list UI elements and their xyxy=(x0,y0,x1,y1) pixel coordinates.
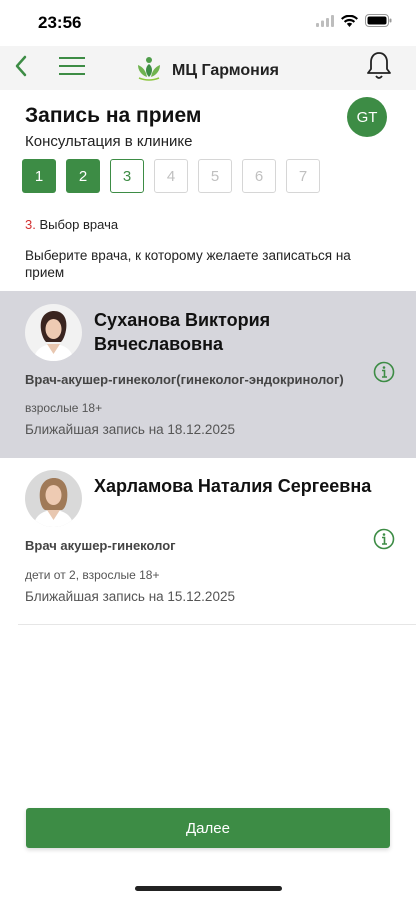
doctor-card-sukhanova[interactable]: Суханова Виктория Вячеславовна Врач-акуш… xyxy=(0,291,416,458)
battery-icon xyxy=(365,14,392,32)
doctor-next-appointment: Ближайшая запись на 18.12.2025 xyxy=(25,422,235,437)
app-header: МЦ Гармония xyxy=(0,46,416,90)
brand-name: МЦ Гармония xyxy=(172,61,280,79)
doctor-name: Суханова Виктория Вячеславовна xyxy=(94,310,271,354)
doctor-specialty: Врач-акушер-гинеколог(гинеколог-эндокрин… xyxy=(25,372,344,387)
bell-icon xyxy=(366,51,392,86)
doctor-age-group: дети от 2, взрослые 18+ xyxy=(25,568,160,582)
doctor-photo xyxy=(25,470,82,527)
step-indicator: 1 2 3 4 5 6 7 xyxy=(22,159,320,193)
doctor-info-button[interactable] xyxy=(372,361,396,388)
signal-icon xyxy=(316,14,334,32)
instruction-text: Выберите врача, к которому желаете запис… xyxy=(25,248,351,280)
current-step-title: Выбор врача xyxy=(35,217,119,232)
doctor-age-group: взрослые 18+ xyxy=(25,401,103,415)
wifi-icon xyxy=(341,14,358,32)
step-2[interactable]: 2 xyxy=(66,159,100,193)
menu-button[interactable] xyxy=(58,55,86,81)
info-icon xyxy=(373,528,395,555)
list-divider xyxy=(18,624,416,625)
step-1[interactable]: 1 xyxy=(22,159,56,193)
doctor-specialty: Врач акушер-гинеколог xyxy=(25,538,176,553)
doctor-name: Харламова Наталия Сергеевна xyxy=(94,476,372,496)
lotus-logo-icon xyxy=(135,55,163,86)
home-indicator xyxy=(135,886,282,891)
current-step-label: 3. Выбор врача xyxy=(25,217,118,232)
back-button[interactable] xyxy=(8,54,34,82)
doctor-card-kharlamova[interactable]: Харламова Наталия Сергеевна Врач акушер-… xyxy=(0,458,416,624)
step-3[interactable]: 3 xyxy=(110,159,144,193)
doctor-next-appointment: Ближайшая запись на 15.12.2025 xyxy=(25,589,235,604)
status-time: 23:56 xyxy=(38,13,82,32)
step-5: 5 xyxy=(198,159,232,193)
doctor-photo xyxy=(25,304,82,361)
page-title: Запись на прием xyxy=(25,104,202,127)
page-subtitle: Консультация в клинике xyxy=(25,133,193,150)
step-6: 6 xyxy=(242,159,276,193)
current-step-number: 3. xyxy=(25,217,36,232)
doctor-info-button[interactable] xyxy=(372,528,396,555)
notifications-button[interactable] xyxy=(364,51,394,86)
next-button[interactable]: Далее xyxy=(26,808,390,848)
chevron-left-icon xyxy=(14,55,28,82)
step-4: 4 xyxy=(154,159,188,193)
user-avatar[interactable]: GT xyxy=(347,97,387,137)
hamburger-icon xyxy=(59,56,85,81)
status-bar: 23:56 xyxy=(0,0,416,46)
step-7: 7 xyxy=(286,159,320,193)
status-icons xyxy=(316,14,392,32)
info-icon xyxy=(373,361,395,388)
brand: МЦ Гармония xyxy=(135,55,279,86)
